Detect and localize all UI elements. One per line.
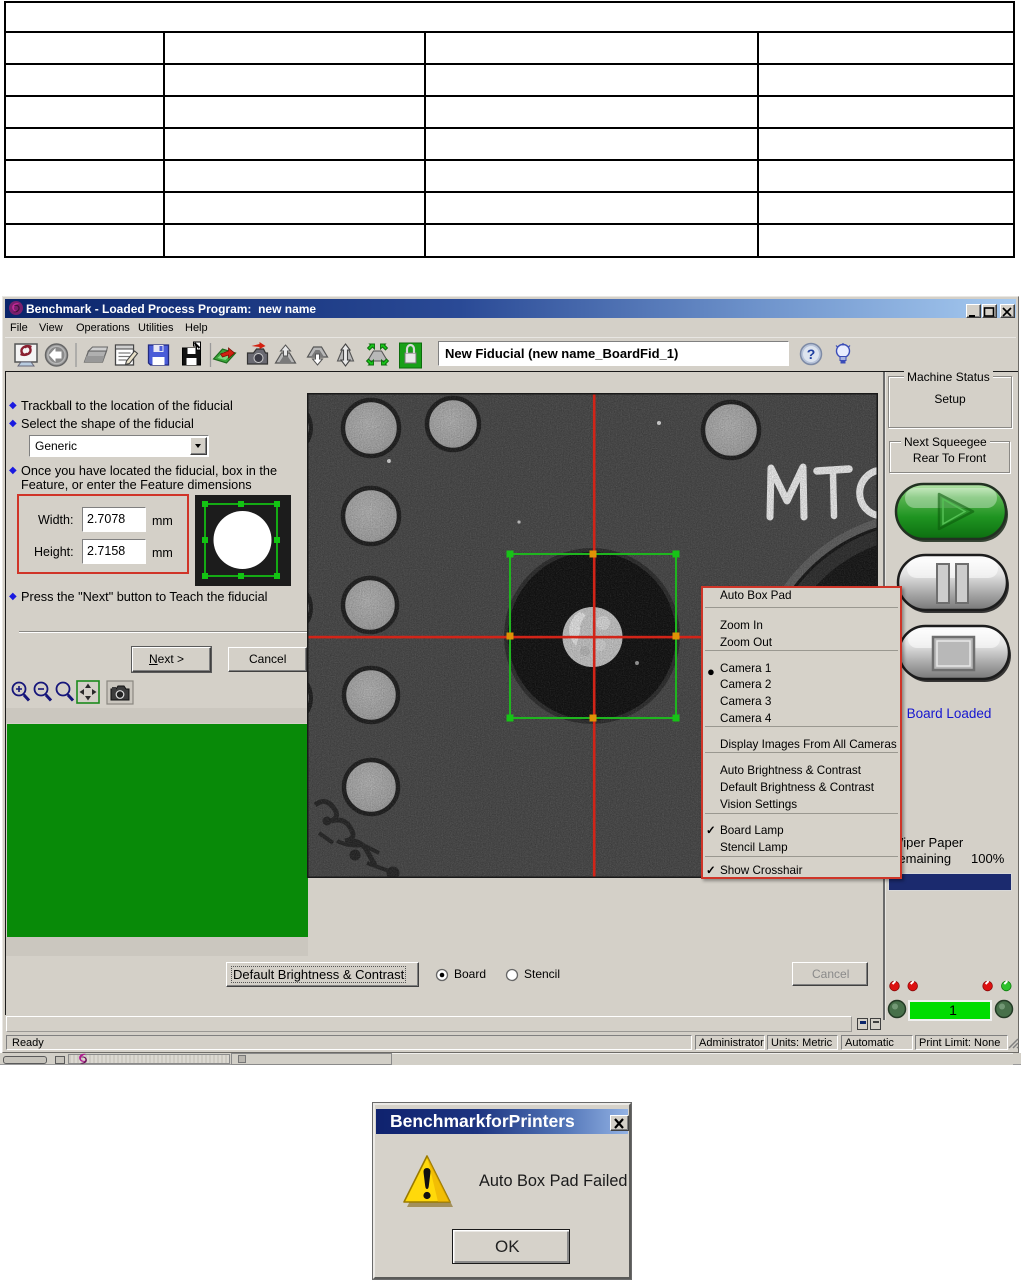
svg-text:?: ?	[807, 346, 816, 362]
